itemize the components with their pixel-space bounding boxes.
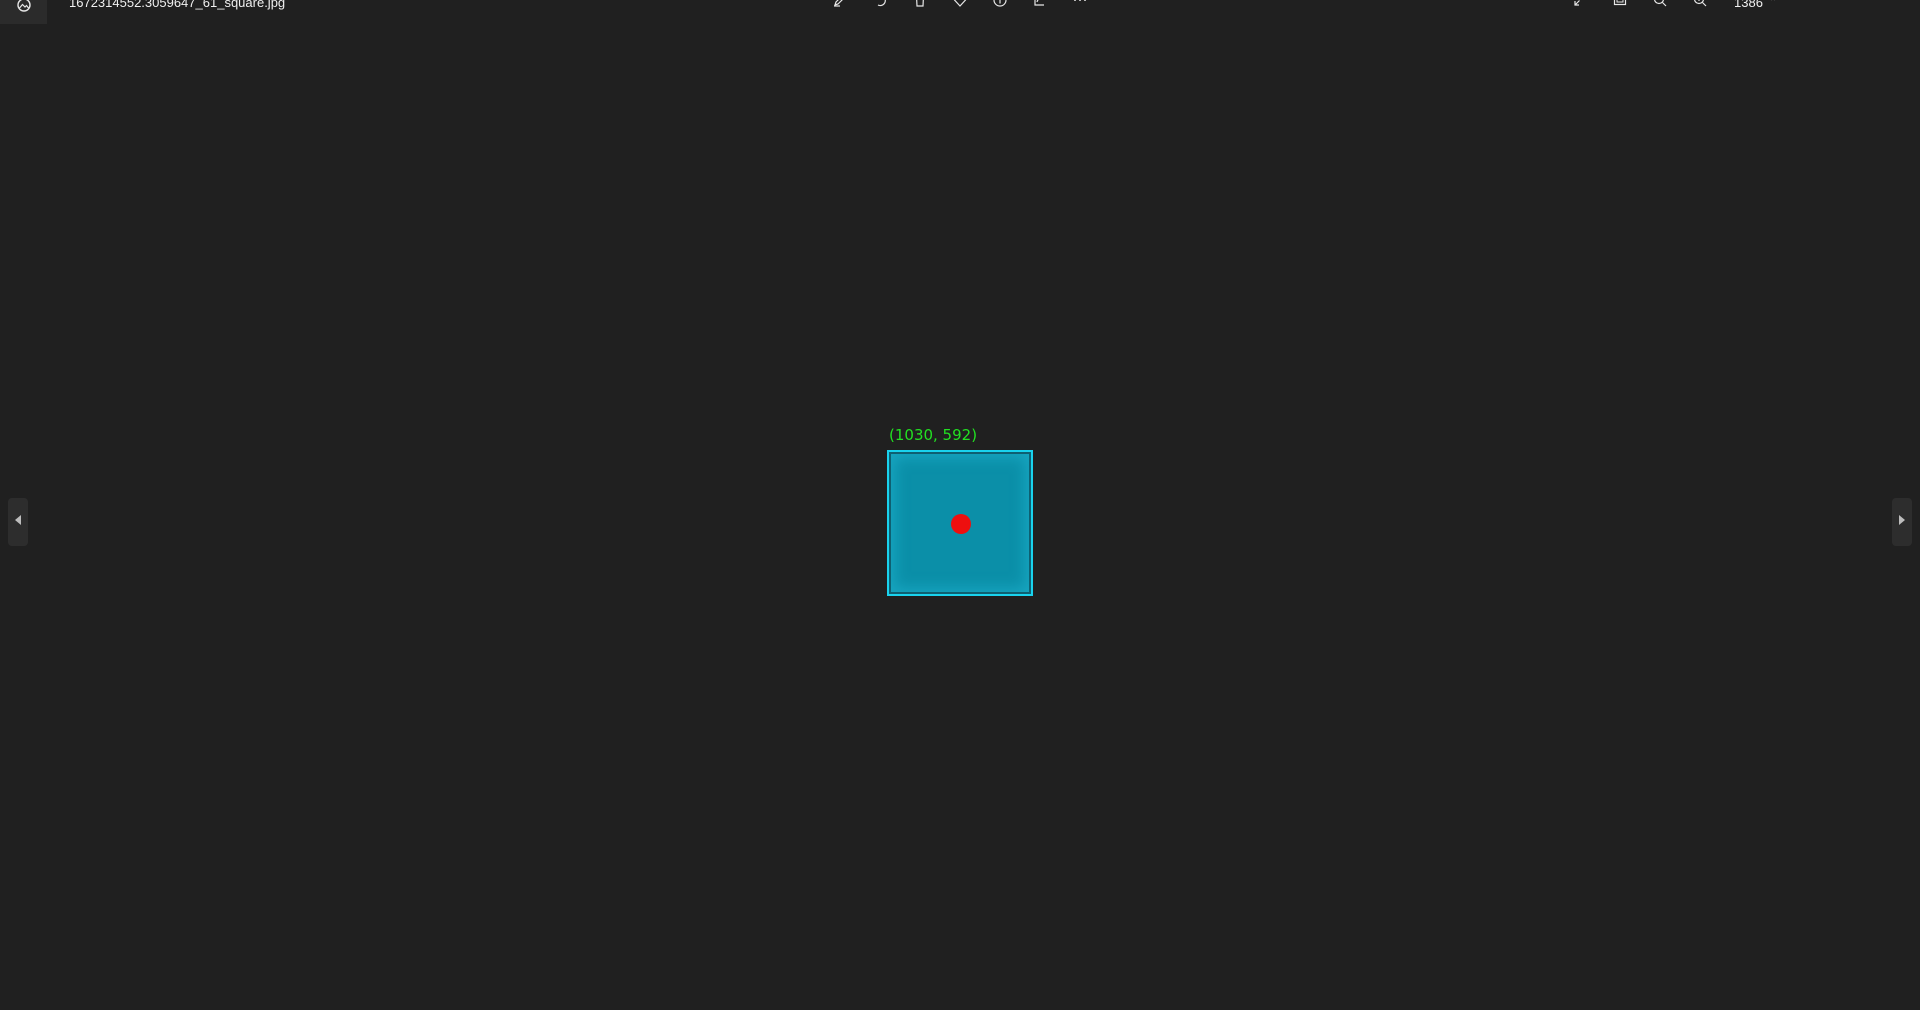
zoom-out-icon [1652, 0, 1668, 13]
coordinate-label: (1030, 592) [889, 426, 978, 444]
fit-window-icon [1612, 0, 1628, 13]
zoom-in-button[interactable] [1680, 0, 1720, 12]
triangle-right-icon [1897, 513, 1907, 531]
file-name-title: 1672314552.3059647_61_square.jpg [69, 0, 286, 10]
trash-icon [912, 0, 928, 13]
photos-icon [16, 0, 32, 18]
next-image-button[interactable] [1892, 498, 1912, 546]
center-dot [951, 514, 971, 534]
square-box [887, 450, 1033, 596]
full-screen-button[interactable] [1560, 0, 1600, 12]
rotate-icon [872, 0, 888, 13]
image-actions-toolbar [820, 0, 1100, 12]
expand-icon [1572, 0, 1588, 13]
edit-image-button[interactable] [820, 0, 860, 12]
photos-app-button[interactable] [0, 0, 47, 24]
more-icon [1072, 0, 1088, 13]
top-toolbar: 1672314552.3059647_61_square.jpg 1386 ⌃ [0, 0, 1920, 24]
share-icon [1032, 0, 1048, 13]
fit-to-window-button[interactable] [1600, 0, 1640, 12]
zoom-level-value: 1386 [1734, 0, 1763, 10]
file-info-button[interactable] [980, 0, 1020, 12]
delete-button[interactable] [900, 0, 940, 12]
zoom-level-dropdown[interactable]: 1386 ⌃ [1734, 0, 1777, 12]
displayed-image: (1030, 592) [887, 426, 1033, 596]
info-icon [992, 0, 1008, 13]
share-button[interactable] [1020, 0, 1060, 12]
see-more-button[interactable] [1060, 0, 1100, 12]
photo-viewer-window: 1672314552.3059647_61_square.jpg 1386 ⌃ … [0, 0, 1920, 1010]
previous-image-button[interactable] [8, 498, 28, 546]
zoom-out-button[interactable] [1640, 0, 1680, 12]
heart-icon [952, 0, 968, 13]
chevron-up-icon: ⌃ [1768, 0, 1778, 8]
triangle-left-icon [13, 513, 23, 531]
view-controls-toolbar: 1386 ⌃ [1560, 0, 1777, 12]
zoom-in-icon [1692, 0, 1708, 13]
favorite-button[interactable] [940, 0, 980, 12]
rotate-button[interactable] [860, 0, 900, 12]
edit-icon [832, 0, 848, 13]
